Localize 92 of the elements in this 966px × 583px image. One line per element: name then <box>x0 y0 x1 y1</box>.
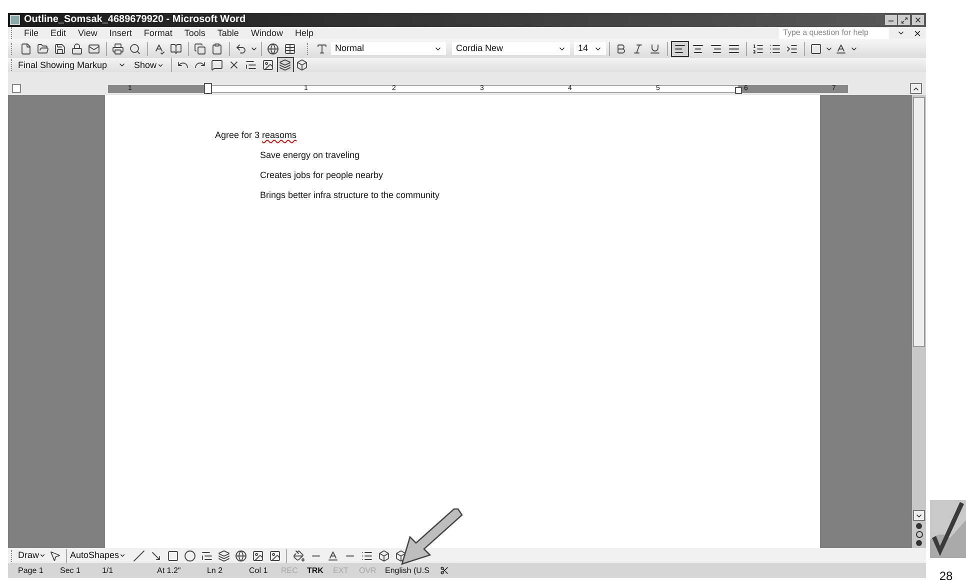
previous-change-icon[interactable] <box>177 59 189 71</box>
page-number: 28 <box>939 570 953 582</box>
document-text: Agree for 3 reasoms <box>214 130 297 140</box>
help-field[interactable]: Type a question for help <box>779 28 889 38</box>
menu-item[interactable]: View <box>72 28 104 38</box>
save-icon[interactable] <box>54 42 66 54</box>
indent-marker-icon[interactable] <box>204 83 212 94</box>
indent-icon[interactable] <box>786 42 798 54</box>
fill-color-icon[interactable] <box>292 550 305 562</box>
print-icon[interactable] <box>112 42 124 54</box>
font-color-icon[interactable] <box>835 42 848 54</box>
open-icon[interactable] <box>37 42 50 54</box>
bold-icon[interactable] <box>615 42 628 54</box>
reject-change-icon[interactable] <box>228 59 240 71</box>
menu-item[interactable]: Help <box>288 28 320 38</box>
document-text: Creates jobs for people nearby <box>260 170 384 180</box>
numbering-icon[interactable] <box>752 42 764 54</box>
menu-item[interactable]: File <box>18 28 44 38</box>
status-field: Ln 2 <box>196 566 239 574</box>
paste-icon[interactable] <box>211 42 224 54</box>
border-icon[interactable] <box>810 42 822 54</box>
document-text: Save energy on traveling <box>260 150 360 160</box>
clip-art-icon[interactable] <box>252 550 264 562</box>
close-icon <box>914 16 922 24</box>
print-preview-icon[interactable] <box>129 42 142 54</box>
email-icon[interactable] <box>88 42 100 54</box>
italic-icon[interactable] <box>632 42 644 54</box>
alignment-button[interactable] <box>670 40 689 56</box>
document-text: Brings better infra structure to the community <box>260 190 440 200</box>
close-button[interactable] <box>912 15 924 25</box>
align-icon <box>728 42 740 54</box>
undo-icon[interactable] <box>235 42 248 54</box>
arrow-icon[interactable] <box>150 550 162 562</box>
font-color-icon[interactable] <box>326 550 339 562</box>
new-document-icon[interactable] <box>20 42 32 54</box>
caret-icon <box>118 61 126 69</box>
autoshapes-menu-button[interactable]: AutoShapes <box>70 551 130 560</box>
styles-icon[interactable] <box>316 42 328 54</box>
line-icon[interactable] <box>132 550 145 562</box>
show-menu-button[interactable]: Show <box>130 60 168 70</box>
previous-page-icon[interactable] <box>916 523 922 529</box>
window-title: Outline_Somsak_4689679920 - Microsoft Word <box>24 15 246 25</box>
menu-item[interactable]: Table <box>211 28 245 38</box>
menu-item[interactable]: Insert <box>103 28 138 38</box>
language-status: English (U.S <box>384 566 430 574</box>
word-app-icon <box>10 15 20 25</box>
status-field: Col 1 <box>238 566 281 574</box>
caret-icon <box>156 62 164 68</box>
next-page-icon[interactable] <box>916 540 922 546</box>
align-icon <box>692 42 704 54</box>
restore-icon <box>900 16 908 24</box>
3d-icon[interactable] <box>394 550 407 562</box>
research-icon[interactable] <box>170 42 182 54</box>
status-field: At 1.2" <box>146 566 197 574</box>
scrollbar-thumb[interactable] <box>913 97 925 347</box>
status-field: Sec 1 <box>50 566 92 574</box>
scroll-up-button[interactable] <box>910 83 922 94</box>
table-icon[interactable] <box>284 42 296 54</box>
underline-icon[interactable] <box>649 42 662 54</box>
next-change-icon[interactable] <box>194 59 206 71</box>
style-dropdown[interactable]: Normal <box>330 42 446 55</box>
tab-selector[interactable] <box>12 84 21 93</box>
close-icon[interactable] <box>913 28 922 38</box>
status-mode[interactable]: TRK <box>306 566 333 574</box>
browse-object-icon[interactable] <box>916 531 922 538</box>
oval-icon[interactable] <box>184 550 196 562</box>
menu-item[interactable]: Window <box>244 28 289 38</box>
font-size-dropdown[interactable]: 14 <box>574 42 606 55</box>
caret-icon <box>119 552 126 559</box>
menu-item[interactable]: Format <box>138 28 178 38</box>
callout-arrow <box>398 507 464 567</box>
restore-button[interactable] <box>898 15 910 25</box>
minimize-button[interactable] <box>885 15 897 25</box>
vertical-scrollbar[interactable] <box>912 95 926 548</box>
select-objects-icon[interactable] <box>48 550 60 562</box>
insert-picture-icon[interactable] <box>268 550 281 562</box>
copy-icon[interactable] <box>194 42 206 54</box>
markup-display-dropdown[interactable]: Final Showing Markup <box>18 60 130 70</box>
spelling-icon[interactable] <box>153 42 166 54</box>
menu-item[interactable]: Edit <box>44 28 72 38</box>
font-dropdown[interactable]: Cordia New <box>452 42 570 55</box>
align-icon <box>710 42 722 54</box>
menu-item[interactable]: Tools <box>178 28 212 38</box>
permission-icon[interactable] <box>71 42 84 54</box>
help-dropdown-icon[interactable] <box>897 29 905 37</box>
status-field: 1/1 <box>92 566 147 574</box>
caret-icon <box>39 552 46 559</box>
align-icon <box>674 42 686 54</box>
draw-menu-button[interactable]: Draw <box>18 551 46 560</box>
scroll-down-button[interactable] <box>913 510 925 521</box>
rectangle-icon[interactable] <box>166 550 179 562</box>
status-field: Page 1 <box>8 566 50 574</box>
